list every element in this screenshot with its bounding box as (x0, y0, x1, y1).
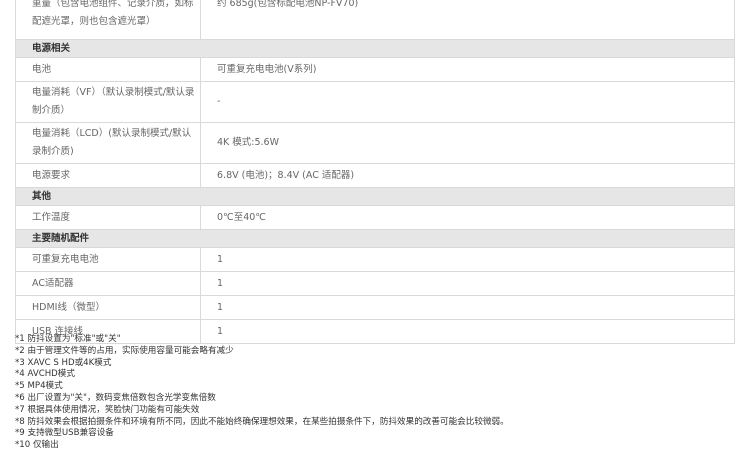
spec-table: 重量（包含电池组件、记录介质，如标配遮光罩，则也包含遮光罩）约 685g(包含标… (15, 0, 735, 344)
spec-value: - (200, 81, 735, 123)
section-header: 主要随机配件 (15, 229, 735, 248)
spec-label: 电量消耗（VF）（默认录制模式/默认录制介质） (15, 81, 201, 123)
spec-label: AC适配器 (15, 271, 201, 296)
section-header-row: 其他 (15, 187, 735, 206)
spec-row: 可重复充电电池 1 (15, 247, 735, 272)
footnotes-list: *1 防抖设置为"标准"或"关" *2 由于管理文件等的占用，实际使用容量可能会略… (15, 334, 745, 452)
spec-label: 重量（包含电池组件、记录介质，如标配遮光罩，则也包含遮光罩） (15, 0, 201, 40)
spec-row: AC适配器 1 (15, 271, 735, 296)
spec-label: 电池 (15, 57, 201, 82)
spec-label: 电量消耗（LCD）(默认录制模式/默认录制介质) (15, 122, 201, 164)
spec-table-body: 重量（包含电池组件、记录介质，如标配遮光罩，则也包含遮光罩）约 685g(包含标… (15, 0, 735, 344)
spec-row: 电量消耗（LCD）(默认录制模式/默认录制介质) 4K 模式:5.6W (15, 122, 735, 164)
footnote-item: *1 防抖设置为"标准"或"关" (15, 334, 121, 344)
spec-value: 1 (200, 271, 735, 296)
footnote-item: *8 防抖效果会根据拍摄条件和环境有所不同，因此不能始终确保理想效果，在某些拍摄… (15, 416, 509, 427)
spec-value: 4K 模式:5.6W (200, 122, 735, 164)
spec-value: 6.8V (电池)；8.4V (AC 适配器) (200, 163, 735, 188)
footnote-item: *9 支持微型USB兼容设备 (15, 428, 114, 439)
footnote-item: *4 AVCHD模式 (15, 369, 75, 380)
footnote-item: *10 仅输出 (15, 440, 59, 451)
spec-label: 电源要求 (15, 163, 201, 188)
spec-label: 工作温度 (15, 205, 201, 230)
spec-row: 重量（包含电池组件、记录介质，如标配遮光罩，则也包含遮光罩）约 685g(包含标… (15, 0, 735, 40)
footnote-item: *2 由于管理文件等的占用，实际使用容量可能会略有减少 (15, 345, 234, 356)
spec-value: 0℃至40℃ (200, 205, 735, 230)
spec-row: 电源要求 6.8V (电池)；8.4V (AC 适配器) (15, 163, 735, 188)
spec-row: 电池 可重复充电电池(V系列) (15, 57, 735, 82)
spec-row: 电量消耗（VF）（默认录制模式/默认录制介质） - (15, 81, 735, 123)
footnote-item: *7 根据具体使用情况，笑脸快门功能有可能失效 (15, 404, 200, 415)
footnote-item: *3 XAVC S HD或4K模式 (15, 357, 112, 368)
footnote-item: *5 MP4模式 (15, 381, 63, 392)
spec-value: 1 (200, 295, 735, 320)
spec-value: 1 (200, 247, 735, 272)
section-header: 其他 (15, 187, 735, 206)
section-header: 电源相关 (15, 39, 735, 58)
spec-label: 可重复充电电池 (15, 247, 201, 272)
spec-row: HDMI线（微型） 1 (15, 295, 735, 320)
footnote-item: *6 出厂设置为"关"，数码变焦倍数包含光学变焦倍数 (15, 392, 216, 403)
spec-value: 可重复充电电池(V系列) (200, 57, 735, 82)
spec-row: 工作温度 0℃至40℃ (15, 205, 735, 230)
section-header-row: 主要随机配件 (15, 229, 735, 248)
spec-label: HDMI线（微型） (15, 295, 201, 320)
spec-value: 约 685g(包含标配电池NP-FV70) (200, 0, 735, 40)
section-header-row: 电源相关 (15, 39, 735, 58)
